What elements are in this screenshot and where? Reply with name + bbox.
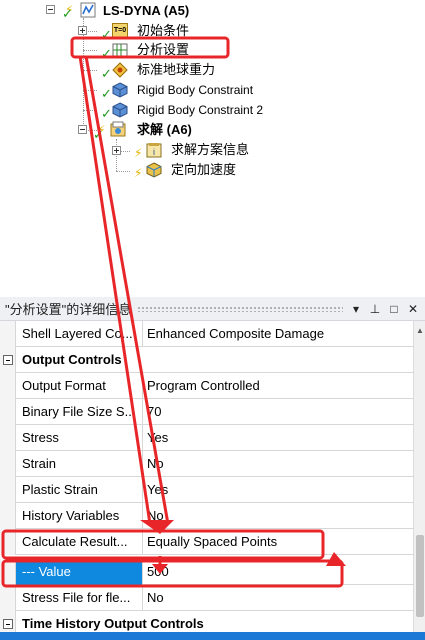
tree-connector [83, 110, 97, 111]
tree-connector [83, 50, 97, 51]
table-row[interactable]: Output Format Program Controlled [0, 373, 413, 399]
scroll-up-icon[interactable]: ▲ [415, 325, 425, 337]
property-name: Stress [16, 425, 143, 451]
directional-acceleration-icon [146, 162, 162, 178]
section-title: Output Controls [22, 352, 122, 367]
tree-connector [116, 139, 117, 171]
details-vertical-scrollbar[interactable]: ▲ [413, 321, 425, 632]
section-header-time-history-output-controls[interactable]: Time History Output Controls [0, 611, 413, 632]
property-name: --- Value [16, 559, 143, 585]
row-gutter [0, 503, 16, 529]
row-gutter [0, 529, 16, 555]
section-header-output-controls[interactable]: Output Controls [0, 347, 413, 373]
tree-item-rigid-body-constraint[interactable]: Rigid Body Constraint [137, 82, 253, 98]
row-gutter [0, 347, 16, 373]
property-value[interactable]: 500 [143, 559, 413, 585]
property-name: History Variables [16, 503, 143, 529]
collapse-toggle-icon[interactable] [3, 355, 13, 365]
rigid-body-constraint-icon [112, 102, 128, 118]
dropdown-arrow-icon[interactable]: ▾ [349, 301, 363, 317]
solution-information-icon: i [146, 143, 162, 158]
tree-connector [116, 171, 130, 172]
property-name: Stress File for fle... [16, 585, 143, 611]
analysis-settings-icon [112, 43, 128, 57]
property-value[interactable]: Program Controlled [143, 373, 413, 399]
row-gutter [0, 373, 16, 399]
row-gutter [0, 321, 16, 347]
gravity-icon [112, 62, 128, 78]
table-row[interactable]: Stress File for fle... No [0, 585, 413, 611]
row-gutter [0, 559, 16, 585]
tree-expand-toggle[interactable] [78, 26, 87, 35]
tree-item-directional-acceleration[interactable]: 定向加速度 [171, 162, 236, 178]
tree-connector [83, 90, 97, 91]
checkmark-icon: ✓ [101, 46, 112, 61]
svg-text:i: i [153, 147, 155, 157]
table-row[interactable]: Strain No [0, 451, 413, 477]
property-value[interactable]: Yes [143, 477, 413, 503]
collapse-toggle-icon[interactable] [3, 619, 13, 629]
lightning-bolt-icon: ⚡ [134, 146, 143, 160]
property-value[interactable]: No [143, 503, 413, 529]
checkmark-icon: ✓ [101, 66, 112, 81]
tree-expand-toggle[interactable] [112, 146, 121, 155]
row-gutter [0, 425, 16, 451]
table-row[interactable]: Binary File Size S... 70 [0, 399, 413, 425]
close-icon[interactable]: ✕ [406, 301, 420, 317]
property-value[interactable]: Yes [143, 425, 413, 451]
row-gutter [0, 611, 16, 632]
property-name: Plastic Strain [16, 477, 143, 503]
project-tree: ⚡ ✓ LS-DYNA (A5) ✓ T=0 初始条件 ✓ 分析设置 ✓ 标准地… [0, 0, 425, 272]
checkmark-icon: ✓ [93, 127, 104, 142]
property-value[interactable]: Enhanced Composite Damage [143, 321, 413, 347]
tree-item-analysis-settings[interactable]: 分析设置 [137, 42, 189, 58]
row-gutter [0, 585, 16, 611]
initial-conditions-icon: T=0 [112, 23, 128, 39]
table-row[interactable]: Plastic Strain Yes [0, 477, 413, 503]
tree-item-rigid-body-constraint-2[interactable]: Rigid Body Constraint 2 [137, 102, 263, 118]
row-gutter [0, 399, 16, 425]
table-row[interactable]: History Variables No [0, 503, 413, 529]
section-title: Time History Output Controls [22, 616, 204, 631]
property-value[interactable]: Equally Spaced Points [143, 529, 413, 555]
tree-item-solution[interactable]: 求解 (A6) [137, 122, 192, 138]
tree-collapse-toggle[interactable] [78, 125, 87, 134]
tree-item-ls-dyna[interactable]: LS-DYNA (A5) [103, 3, 189, 19]
checkmark-icon: ✓ [62, 6, 73, 21]
property-value[interactable]: No [143, 451, 413, 477]
tree-item-standard-earth-gravity[interactable]: 标准地球重力 [137, 62, 215, 78]
property-name: Output Format [16, 373, 143, 399]
ls-dyna-system-icon [80, 2, 96, 18]
table-row-selected[interactable]: --- Value 500 [0, 559, 413, 585]
details-grid: Shell Layered Co... Enhanced Composite D… [0, 321, 413, 632]
property-value[interactable]: No [143, 585, 413, 611]
scrollbar-thumb[interactable] [416, 535, 424, 617]
checkmark-icon: ✓ [101, 27, 112, 42]
checkmark-icon: ✓ [101, 86, 112, 101]
lightning-bolt-icon: ⚡ [134, 166, 143, 180]
details-panel-header: "分析设置"的详细信息 ▾ ⊥ □ ✕ [0, 297, 425, 321]
row-gutter [0, 451, 16, 477]
row-gutter [0, 477, 16, 503]
property-name: Calculate Result... [16, 529, 143, 555]
details-panel-title: "分析设置"的详细信息 [5, 302, 132, 317]
tree-item-initial-conditions[interactable]: 初始条件 [137, 23, 189, 39]
tree-connector [83, 70, 97, 71]
property-name: Binary File Size S... [16, 399, 143, 425]
checkmark-icon: ✓ [101, 106, 112, 121]
property-name: Strain [16, 451, 143, 477]
table-row[interactable]: Calculate Result... Equally Spaced Point… [0, 529, 413, 555]
property-value[interactable]: 70 [143, 399, 413, 425]
maximize-icon[interactable]: □ [387, 301, 401, 317]
tree-collapse-toggle[interactable] [46, 5, 55, 14]
tree-item-solution-information[interactable]: 求解方案信息 [171, 142, 249, 158]
property-name: Shell Layered Co... [16, 321, 143, 347]
solution-icon [110, 121, 126, 137]
rigid-body-constraint-icon [112, 82, 128, 98]
taskbar [0, 632, 425, 640]
table-row[interactable]: Stress Yes [0, 425, 413, 451]
pushpin-icon[interactable]: ⊥ [368, 301, 382, 317]
table-row[interactable]: Shell Layered Co... Enhanced Composite D… [0, 321, 413, 347]
panel-drag-grip[interactable] [137, 305, 343, 312]
